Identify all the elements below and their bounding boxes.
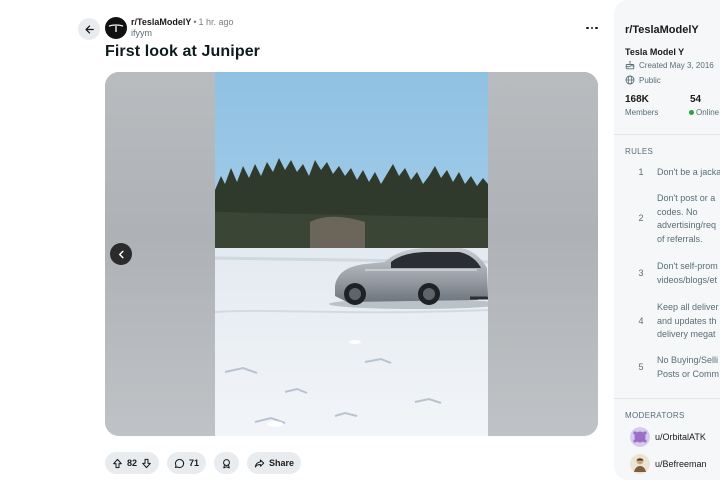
rule-text: Don't be a jacka — [657, 167, 720, 177]
rule-number: 5 — [638, 361, 644, 372]
visibility-label: Public — [639, 75, 661, 85]
meta-separator: • — [193, 17, 197, 27]
rule-text: Don't self-prom videos/blogs/et — [657, 261, 718, 285]
share-icon — [254, 459, 265, 467]
moderator-name: u/Befreeman — [655, 459, 707, 469]
dot-icon — [595, 26, 598, 30]
post-author[interactable]: ifyym — [131, 28, 234, 39]
rule-item[interactable]: 1 Don't be a jacka — [625, 166, 720, 180]
more-options-button[interactable] — [584, 20, 600, 36]
downvote-icon[interactable] — [141, 458, 152, 469]
created-date: Created May 3, 2016 — [639, 60, 714, 70]
subreddit-link[interactable]: r/TeslaModelY — [131, 17, 191, 27]
rule-item[interactable]: 5 No Buying/Selli Posts or Comm — [625, 354, 720, 381]
share-button[interactable]: Share — [247, 452, 302, 474]
sidebar-title[interactable]: r/TeslaModelY — [625, 24, 699, 36]
rules-heading: RULES — [625, 147, 654, 156]
sidebar-divider — [614, 134, 720, 135]
rule-text: Keep all deliver and updates th delivery… — [657, 302, 719, 339]
subreddit-avatar[interactable] — [105, 17, 127, 39]
tesla-logo-icon — [108, 24, 124, 32]
arrow-left-icon — [84, 24, 94, 34]
post-time: 1 hr. ago — [198, 17, 234, 27]
members-label: Members — [625, 108, 659, 117]
rule-item[interactable]: 4 Keep all deliver and updates th delive… — [625, 301, 720, 342]
media-gallery[interactable] — [105, 72, 598, 436]
rule-number: 2 — [638, 213, 644, 224]
rule-number: 3 — [638, 267, 644, 278]
globe-icon — [625, 75, 635, 85]
award-button[interactable] — [214, 452, 240, 474]
post-title: First look at Juniper — [105, 43, 261, 60]
moderators-heading: MODERATORS — [625, 411, 685, 420]
rule-number: 4 — [638, 315, 644, 326]
moderator-name: u/OrbitalATK — [655, 432, 706, 442]
online-label: Online — [696, 108, 720, 117]
vote-count: 82 — [127, 458, 138, 468]
back-button[interactable] — [78, 18, 100, 40]
moderator-item[interactable]: u/OrbitalATK — [630, 427, 706, 447]
comments-button[interactable]: 71 — [167, 452, 207, 474]
online-dot-icon — [689, 110, 694, 115]
dot-icon — [590, 26, 594, 30]
comment-count: 71 — [189, 458, 200, 468]
community-name: Tesla Model Y — [625, 47, 685, 57]
rule-item[interactable]: 2 Don't post or a codes. No advertising/… — [625, 192, 720, 246]
vote-control: 82 — [105, 452, 160, 474]
members-count: 168K — [625, 94, 649, 105]
comment-icon — [174, 458, 185, 468]
cake-icon — [625, 61, 635, 70]
online-status: Online — [689, 108, 719, 117]
community-sidebar: r/TeslaModelY Tesla Model Y Created May … — [614, 0, 720, 480]
moderator-item[interactable]: u/Befreeman — [630, 454, 707, 474]
dot-icon — [586, 26, 589, 30]
created-row: Created May 3, 2016 — [625, 60, 714, 70]
rule-number: 1 — [638, 167, 644, 177]
chevron-left-icon — [118, 250, 124, 258]
gallery-blur-right — [488, 72, 598, 436]
rule-item[interactable]: 3 Don't self-prom videos/blogs/et — [625, 260, 720, 287]
rule-text: No Buying/Selli Posts or Comm — [657, 355, 720, 379]
sidebar-divider — [614, 398, 720, 399]
online-count: 54 — [690, 94, 702, 105]
post-meta: r/TeslaModelY • 1 hr. ago ifyym — [131, 17, 234, 39]
visibility-row: Public — [625, 75, 661, 85]
gallery-prev-button[interactable] — [110, 243, 132, 265]
moderator-avatar — [630, 454, 650, 474]
share-label: Share — [269, 458, 295, 468]
moderator-avatar — [630, 427, 650, 447]
car-photo — [215, 72, 488, 436]
award-icon — [223, 458, 230, 468]
rule-text: Don't post or a codes. No advertising/re… — [657, 193, 717, 244]
upvote-icon[interactable] — [112, 458, 123, 469]
post-action-bar: 82 71 Share — [105, 452, 302, 474]
